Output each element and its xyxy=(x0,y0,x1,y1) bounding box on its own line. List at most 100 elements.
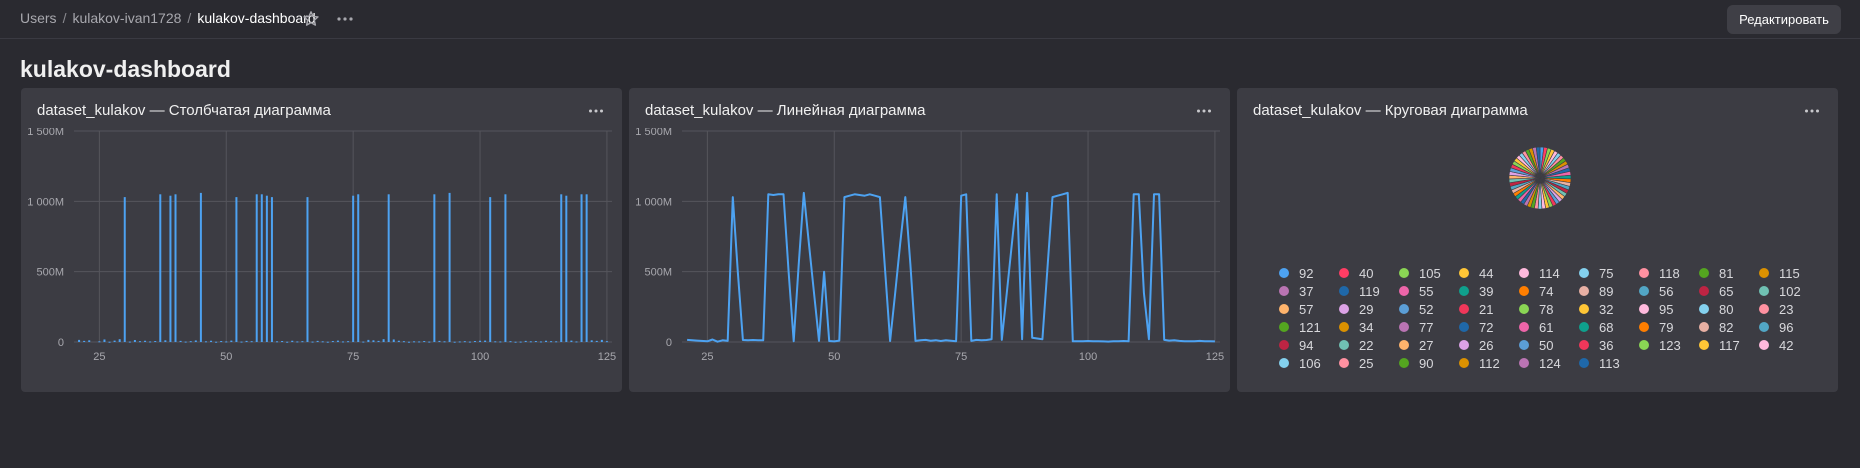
bar[interactable] xyxy=(580,194,583,342)
bar[interactable] xyxy=(225,341,228,343)
bar[interactable] xyxy=(499,341,502,343)
legend-item[interactable]: 75 xyxy=(1579,264,1639,282)
legend-item[interactable]: 124 xyxy=(1519,354,1579,372)
bar[interactable] xyxy=(418,341,421,343)
legend-item[interactable]: 25 xyxy=(1339,354,1399,372)
legend-item[interactable]: 123 xyxy=(1639,336,1699,354)
bar[interactable] xyxy=(118,339,121,342)
bar[interactable] xyxy=(260,194,263,342)
bar[interactable] xyxy=(519,341,522,343)
legend-item[interactable]: 27 xyxy=(1399,336,1459,354)
bar[interactable] xyxy=(184,341,187,343)
bar[interactable] xyxy=(245,340,248,342)
bar[interactable] xyxy=(372,340,375,342)
legend-item[interactable]: 34 xyxy=(1339,318,1399,336)
legend-item[interactable]: 119 xyxy=(1339,282,1399,300)
bar[interactable] xyxy=(347,341,350,343)
bar[interactable] xyxy=(230,340,233,342)
bar[interactable] xyxy=(316,340,319,342)
bar[interactable] xyxy=(555,341,558,343)
legend-item[interactable]: 68 xyxy=(1579,318,1639,336)
bar[interactable] xyxy=(494,341,497,343)
bar[interactable] xyxy=(103,339,106,342)
bar[interactable] xyxy=(326,341,329,343)
legend-item[interactable]: 113 xyxy=(1579,354,1639,372)
bar[interactable] xyxy=(189,341,192,343)
legend-item[interactable]: 29 xyxy=(1339,300,1399,318)
bar[interactable] xyxy=(382,339,385,342)
legend-item[interactable]: 79 xyxy=(1639,318,1699,336)
bar[interactable] xyxy=(164,340,167,342)
bar[interactable] xyxy=(524,340,527,342)
legend-item[interactable]: 65 xyxy=(1699,282,1759,300)
legend-item[interactable]: 72 xyxy=(1459,318,1519,336)
legend-item[interactable]: 112 xyxy=(1459,354,1519,372)
legend-item[interactable]: 21 xyxy=(1459,300,1519,318)
breadcrumb-user[interactable]: kulakov-ivan1728 xyxy=(72,10,181,26)
bar[interactable] xyxy=(453,341,456,343)
bar[interactable] xyxy=(600,339,603,342)
legend-item[interactable]: 92 xyxy=(1279,264,1339,282)
bar[interactable] xyxy=(545,340,548,342)
bar[interactable] xyxy=(286,341,289,343)
bar[interactable] xyxy=(210,340,213,342)
legend-item[interactable]: 37 xyxy=(1279,282,1339,300)
legend-item[interactable]: 44 xyxy=(1459,264,1519,282)
bar[interactable] xyxy=(463,341,466,343)
bar[interactable] xyxy=(352,195,355,342)
bar[interactable] xyxy=(281,341,284,343)
bar[interactable] xyxy=(174,194,177,342)
legend-item[interactable]: 118 xyxy=(1639,264,1699,282)
legend-item[interactable]: 114 xyxy=(1519,264,1579,282)
legend-item[interactable]: 50 xyxy=(1519,336,1579,354)
legend-item[interactable]: 106 xyxy=(1279,354,1339,372)
bar[interactable] xyxy=(443,341,446,343)
bar[interactable] xyxy=(595,340,598,342)
bar[interactable] xyxy=(423,341,426,343)
legend-item[interactable]: 40 xyxy=(1339,264,1399,282)
bar[interactable] xyxy=(377,340,380,342)
legend-item[interactable]: 22 xyxy=(1339,336,1399,354)
bar[interactable] xyxy=(484,340,487,342)
legend-item[interactable]: 117 xyxy=(1699,336,1759,354)
bar[interactable] xyxy=(149,341,152,343)
bar[interactable] xyxy=(387,194,390,342)
legend-item[interactable]: 82 xyxy=(1699,318,1759,336)
bar[interactable] xyxy=(113,340,116,342)
bar[interactable] xyxy=(138,341,141,343)
bar[interactable] xyxy=(255,194,258,342)
legend-item[interactable]: 52 xyxy=(1399,300,1459,318)
bar[interactable] xyxy=(529,341,532,343)
bar[interactable] xyxy=(250,341,253,343)
bar[interactable] xyxy=(407,341,410,343)
more-icon[interactable] xyxy=(1804,105,1820,117)
bar[interactable] xyxy=(108,341,111,343)
bar[interactable] xyxy=(509,341,512,343)
bar[interactable] xyxy=(575,341,578,343)
bar[interactable] xyxy=(357,194,360,342)
more-icon[interactable] xyxy=(588,105,604,117)
bar[interactable] xyxy=(123,197,126,342)
bar[interactable] xyxy=(204,341,207,343)
bar[interactable] xyxy=(276,341,279,343)
bar[interactable] xyxy=(169,195,172,342)
legend-item[interactable]: 121 xyxy=(1279,318,1339,336)
bar[interactable] xyxy=(336,340,339,342)
bar[interactable] xyxy=(570,340,573,342)
bar[interactable] xyxy=(98,341,101,343)
legend-item[interactable]: 23 xyxy=(1759,300,1819,318)
legend-item[interactable]: 56 xyxy=(1639,282,1699,300)
legend-item[interactable]: 39 xyxy=(1459,282,1519,300)
legend-item[interactable]: 42 xyxy=(1759,336,1819,354)
bar[interactable] xyxy=(270,197,273,342)
bar[interactable] xyxy=(428,341,431,343)
bar[interactable] xyxy=(514,341,517,343)
legend-item[interactable]: 32 xyxy=(1579,300,1639,318)
bar[interactable] xyxy=(265,195,268,342)
legend-item[interactable]: 105 xyxy=(1399,264,1459,282)
bar[interactable] xyxy=(565,195,568,342)
bar[interactable] xyxy=(88,340,91,342)
bar[interactable] xyxy=(159,194,162,342)
legend-item[interactable]: 89 xyxy=(1579,282,1639,300)
legend-item[interactable]: 55 xyxy=(1399,282,1459,300)
